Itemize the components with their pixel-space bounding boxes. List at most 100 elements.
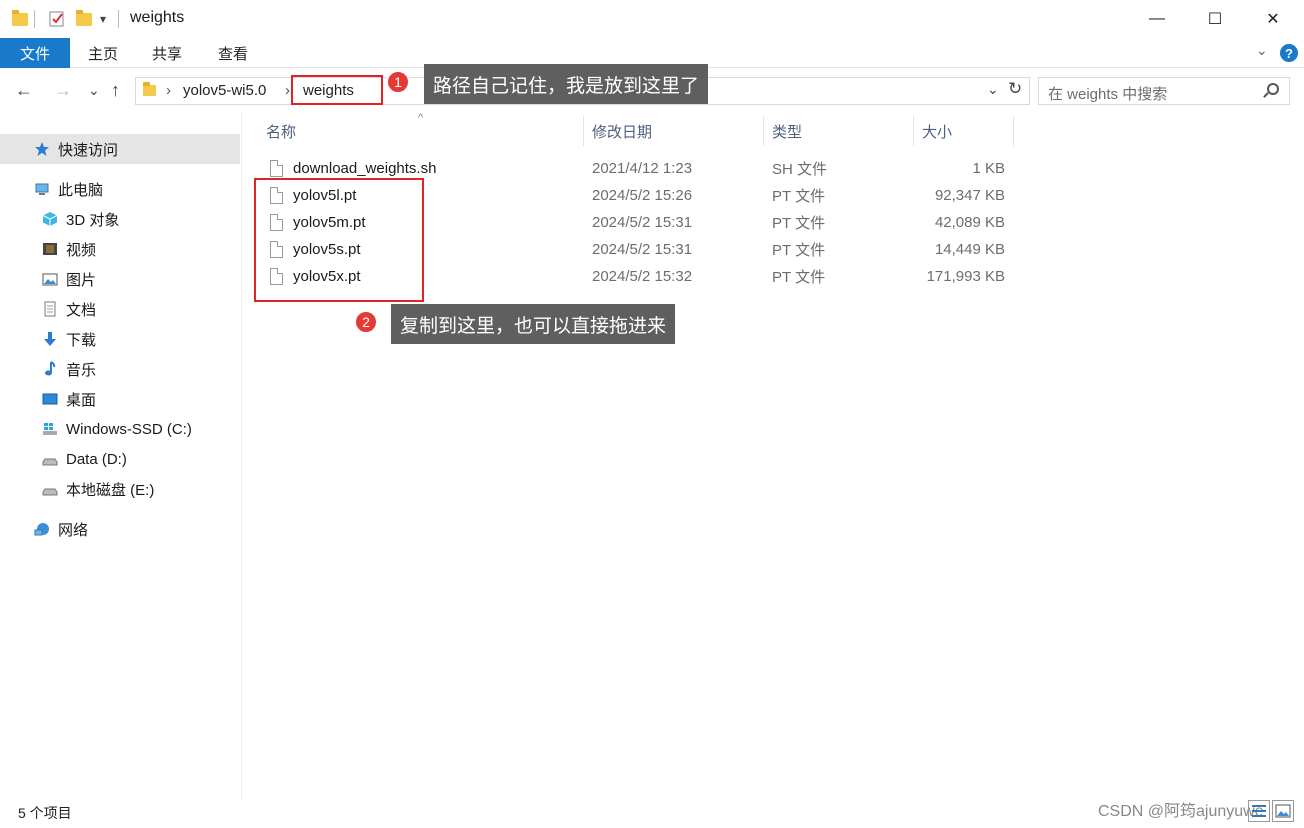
title-bar: ▾ weights — ☐ ✕	[0, 0, 1304, 38]
close-button[interactable]: ✕	[1244, 0, 1302, 38]
watermark: CSDN @阿筠ajunyuwe	[1098, 803, 1264, 820]
expand-ribbon-chevron-icon[interactable]: ⌄	[1256, 42, 1268, 59]
sidebar-item-pictures[interactable]: 图片	[0, 264, 240, 294]
tab-file[interactable]: 文件	[0, 38, 70, 68]
annotation-tooltip-1: 路径自己记住，我是放到这里了	[424, 64, 709, 104]
file-type: SH 文件	[772, 161, 828, 178]
maximize-button[interactable]: ☐	[1186, 0, 1244, 38]
sidebar-item-label: 此电脑	[58, 181, 104, 199]
quick-access-dropdown[interactable]: ▾	[100, 8, 106, 30]
breadcrumb-separator: ›	[285, 82, 290, 99]
sidebar-item-windows-ssd[interactable]: Windows-SSD (C:)	[0, 414, 240, 444]
download-icon	[42, 331, 58, 347]
sidebar-item-label: 3D 对象	[66, 211, 120, 229]
music-icon	[42, 361, 58, 377]
video-icon	[42, 241, 58, 257]
file-type: PT 文件	[772, 215, 826, 232]
sidebar-item-label: 下载	[66, 331, 97, 349]
new-folder-icon[interactable]	[76, 8, 92, 30]
file-date: 2024/5/2 15:31	[592, 214, 693, 231]
file-size: 1 KB	[972, 160, 1005, 177]
up-button[interactable]: ↑	[111, 80, 120, 101]
file-icon	[270, 160, 283, 177]
divider	[34, 8, 35, 30]
folder-icon	[143, 82, 156, 96]
recent-locations-chevron-icon[interactable]: ⌄	[88, 82, 100, 99]
windows-drive-icon	[42, 421, 58, 437]
sidebar-item-3d-objects[interactable]: 3D 对象	[0, 204, 240, 234]
breadcrumb-separator: ›	[166, 82, 171, 99]
sidebar-item-label: 快速访问	[58, 141, 119, 159]
tab-home[interactable]: 主页	[72, 38, 134, 68]
forward-button[interactable]: →	[54, 80, 72, 101]
window-title: weights	[130, 9, 185, 26]
column-header-type[interactable]: 类型	[764, 116, 914, 146]
sidebar-item-downloads[interactable]: 下载	[0, 324, 240, 354]
file-type: PT 文件	[772, 242, 826, 259]
breadcrumb-yolov5[interactable]: yolov5-wi5.0	[183, 82, 266, 99]
sidebar-item-label: 网络	[58, 521, 89, 539]
annotation-badge-2: 2	[354, 310, 378, 334]
help-icon[interactable]: ?	[1280, 44, 1298, 62]
cube-icon	[42, 211, 58, 227]
sidebar-item-label: 本地磁盘 (E:)	[66, 481, 155, 499]
annotation-highlight-weights	[291, 75, 383, 105]
file-type: PT 文件	[772, 188, 826, 205]
navigation-pane: 快速访问 此电脑 3D 对象 视频 图片 文档 下载 音乐 桌面 Windows…	[0, 112, 242, 800]
star-icon	[34, 141, 50, 157]
sidebar-item-network[interactable]: 网络	[0, 514, 240, 544]
minimize-button[interactable]: —	[1128, 0, 1186, 38]
details-view-icon[interactable]	[1248, 800, 1270, 822]
file-type: PT 文件	[772, 269, 826, 286]
large-icons-view-icon[interactable]	[1272, 800, 1294, 822]
sidebar-item-quick-access[interactable]: 快速访问	[0, 134, 240, 164]
file-size: 14,449 KB	[934, 241, 1005, 258]
properties-icon[interactable]	[48, 8, 66, 30]
column-header-size[interactable]: 大小	[914, 116, 1014, 146]
sidebar-item-label: 音乐	[66, 361, 97, 379]
refresh-icon[interactable]: ↻	[1008, 79, 1022, 99]
sidebar-item-label: 视频	[66, 241, 97, 259]
search-icon	[1267, 83, 1279, 95]
sidebar-item-label: 桌面	[66, 391, 97, 409]
sidebar-item-local-disk-e[interactable]: 本地磁盘 (E:)	[0, 474, 240, 504]
annotation-highlight-pt-files	[254, 178, 424, 302]
picture-icon	[42, 271, 58, 287]
pc-icon	[34, 181, 50, 197]
file-size: 92,347 KB	[934, 187, 1005, 204]
sidebar-item-videos[interactable]: 视频	[0, 234, 240, 264]
divider	[118, 8, 119, 30]
file-date: 2021/4/12 1:23	[592, 160, 693, 177]
sidebar-item-label: Data (D:)	[66, 450, 127, 468]
drive-icon	[42, 451, 58, 467]
file-date: 2024/5/2 15:26	[592, 187, 693, 204]
annotation-tooltip-2: 复制到这里，也可以直接拖进来	[391, 304, 676, 344]
sidebar-item-label: 图片	[66, 271, 97, 289]
folder-icon	[12, 8, 28, 30]
file-date: 2024/5/2 15:32	[592, 268, 693, 285]
file-size: 42,089 KB	[934, 214, 1005, 231]
sort-ascending-icon: ^	[418, 112, 424, 124]
desktop-icon	[42, 391, 58, 407]
annotation-badge-1: 1	[386, 70, 410, 94]
file-date: 2024/5/2 15:31	[592, 241, 693, 258]
file-size: 171,993 KB	[926, 268, 1005, 285]
sidebar-item-label: Windows-SSD (C:)	[66, 420, 192, 438]
sidebar-item-music[interactable]: 音乐	[0, 354, 240, 384]
network-icon	[34, 521, 50, 537]
sidebar-item-this-pc[interactable]: 此电脑	[0, 174, 240, 204]
sidebar-item-desktop[interactable]: 桌面	[0, 384, 240, 414]
status-item-count: 5 个项目	[18, 805, 72, 821]
back-button[interactable]: ←	[15, 80, 33, 101]
sidebar-item-documents[interactable]: 文档	[0, 294, 240, 324]
tab-share[interactable]: 共享	[136, 38, 198, 68]
file-name: download_weights.sh	[293, 160, 437, 177]
address-dropdown-chevron-icon[interactable]: ⌄	[987, 81, 999, 98]
column-header-row: 名称 ^ 修改日期 类型 大小	[243, 112, 1033, 146]
tab-view[interactable]: 查看	[202, 38, 264, 68]
document-icon	[42, 301, 58, 317]
search-box[interactable]: 在 weights 中搜索	[1038, 77, 1290, 105]
column-header-date[interactable]: 修改日期	[584, 116, 764, 146]
search-input[interactable]: 在 weights 中搜索	[1048, 83, 1167, 104]
sidebar-item-data-d[interactable]: Data (D:)	[0, 444, 240, 474]
